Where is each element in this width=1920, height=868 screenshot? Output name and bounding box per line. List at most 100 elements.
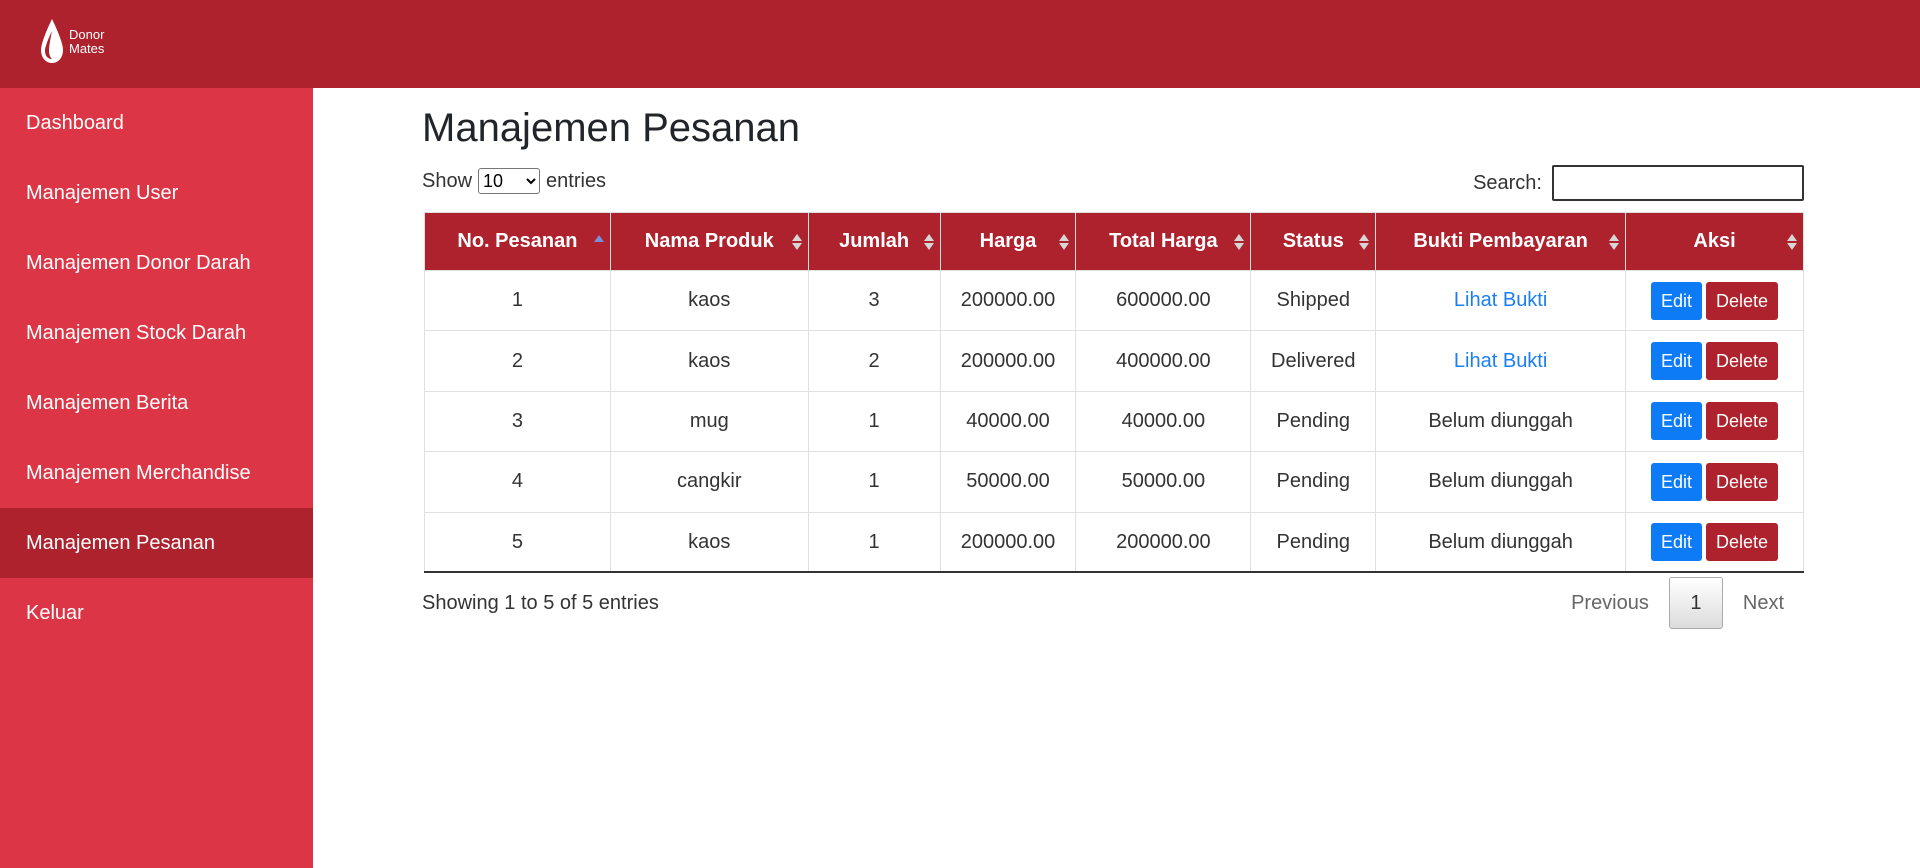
delete-button[interactable]: Delete (1706, 523, 1779, 561)
view-proof-link[interactable]: Lihat Bukti (1454, 350, 1547, 372)
sidebar-item-keluar[interactable]: Keluar (0, 578, 313, 648)
cell-produk: mug (609, 390, 809, 453)
length-suffix: entries (546, 169, 607, 192)
sort-icon (1234, 233, 1245, 250)
cell-jumlah: 3 (807, 269, 941, 332)
cell-no: 4 (424, 451, 611, 513)
delete-button[interactable]: Delete (1706, 342, 1779, 381)
table-row: 3 mug 1 40000.00 40000.00 Pending Belum … (424, 390, 1804, 453)
sort-ascending-icon (593, 235, 604, 242)
column-label: Jumlah (839, 230, 910, 252)
table-search: Search: (1473, 165, 1804, 201)
column-header-jumlah[interactable]: Jumlah (807, 212, 941, 271)
sort-icon (1359, 233, 1370, 250)
cell-bukti: Lihat Bukti (1375, 330, 1627, 392)
cell-bukti: Belum diunggah (1375, 511, 1627, 574)
cell-produk: cangkir (609, 451, 809, 513)
cell-harga: 200000.00 (939, 269, 1077, 332)
sort-icon (1059, 233, 1070, 250)
cell-aksi: Edit Delete (1625, 390, 1804, 453)
column-header-total-harga[interactable]: Total Harga (1075, 212, 1252, 271)
cell-total: 50000.00 (1075, 451, 1252, 513)
sort-icon (923, 233, 934, 250)
sidebar-item-donor-darah[interactable]: Manajemen Donor Darah (0, 228, 313, 298)
edit-button[interactable]: Edit (1650, 402, 1703, 441)
cell-aksi: Edit Delete (1625, 451, 1804, 513)
delete-button[interactable]: Delete (1706, 281, 1779, 320)
column-label: Status (1282, 230, 1344, 252)
column-header-bukti-pembayaran[interactable]: Bukti Pembayaran (1375, 212, 1627, 271)
column-header-status[interactable]: Status (1250, 212, 1377, 271)
column-header-nama-produk[interactable]: Nama Produk (609, 212, 809, 271)
length-prefix: Show (422, 169, 473, 192)
column-label: Bukti Pembayaran (1413, 230, 1588, 252)
brand-logo[interactable]: Donor Mates (38, 17, 128, 71)
column-label: Nama Produk (644, 230, 774, 252)
entries-length-control: Show 10 entries (422, 168, 606, 194)
column-header-aksi[interactable]: Aksi (1625, 212, 1804, 271)
entries-select[interactable]: 10 (478, 168, 541, 194)
previous-page-button[interactable]: Previous (1551, 577, 1669, 629)
brand-line2: Mates (69, 41, 105, 56)
table-row: 1 kaos 3 200000.00 600000.00 Shipped Lih… (424, 269, 1804, 332)
column-header-no-pesanan[interactable]: No. Pesanan (424, 212, 611, 271)
cell-aksi: Edit Delete (1625, 269, 1804, 332)
pagination: Previous 1 Next (1551, 577, 1804, 629)
brand-line1: Donor (69, 27, 105, 42)
cell-harga: 50000.00 (939, 451, 1077, 513)
edit-button[interactable]: Edit (1650, 462, 1703, 501)
page-number-button[interactable]: 1 (1668, 577, 1723, 629)
sidebar-item-stock-darah[interactable]: Manajemen Stock Darah (0, 298, 313, 368)
cell-total: 600000.00 (1075, 269, 1252, 332)
sidebar-item-merchandise[interactable]: Manajemen Merchandise (0, 438, 313, 508)
sidebar-item-pesanan[interactable]: Manajemen Pesanan (0, 508, 313, 578)
cell-status: Pending (1250, 390, 1377, 453)
edit-button[interactable]: Edit (1650, 281, 1703, 320)
cell-produk: kaos (609, 511, 809, 574)
view-proof-link[interactable]: Lihat Bukti (1454, 289, 1547, 311)
cell-total: 400000.00 (1075, 330, 1252, 392)
sort-icon (1787, 233, 1797, 250)
table-info: Showing 1 to 5 of 5 entries (422, 592, 659, 614)
column-header-harga[interactable]: Harga (939, 212, 1077, 271)
sidebar-item-berita[interactable]: Manajemen Berita (0, 368, 313, 438)
search-label: Search: (1473, 171, 1542, 194)
cell-no: 5 (424, 511, 611, 574)
cell-no: 2 (424, 330, 611, 392)
column-label: Aksi (1693, 230, 1736, 252)
cell-jumlah: 1 (807, 390, 941, 453)
cell-bukti: Lihat Bukti (1375, 269, 1627, 332)
sort-icon (791, 233, 802, 250)
cell-status: Shipped (1250, 269, 1377, 332)
cell-status: Delivered (1250, 330, 1377, 392)
table-row: 2 kaos 2 200000.00 400000.00 Delivered L… (424, 330, 1804, 392)
delete-button[interactable]: Delete (1706, 462, 1779, 501)
cell-bukti: Belum diunggah (1375, 390, 1627, 453)
cell-status: Pending (1250, 511, 1377, 574)
table-row: 5 kaos 1 200000.00 200000.00 Pending Bel… (424, 511, 1804, 574)
cell-status: Pending (1250, 451, 1377, 513)
cell-jumlah: 1 (807, 511, 941, 574)
edit-button[interactable]: Edit (1650, 342, 1703, 381)
cell-aksi: Edit Delete (1625, 511, 1804, 574)
column-label: No. Pesanan (457, 230, 578, 252)
search-input[interactable] (1552, 165, 1804, 201)
edit-button[interactable]: Edit (1650, 523, 1703, 561)
orders-table: No. Pesanan Nama Produk Jumlah Harga Tot… (424, 212, 1804, 574)
cell-harga: 200000.00 (939, 330, 1077, 392)
table-header-row: No. Pesanan Nama Produk Jumlah Harga Tot… (424, 212, 1804, 271)
sidebar-item-dashboard[interactable]: Dashboard (0, 88, 313, 158)
top-header: Donor Mates (0, 0, 1920, 88)
sidebar-item-user[interactable]: Manajemen User (0, 158, 313, 228)
blood-drop-icon (41, 19, 63, 63)
column-label: Total Harga (1109, 230, 1218, 252)
cell-no: 1 (424, 269, 611, 332)
cell-harga: 200000.00 (939, 511, 1077, 574)
column-label: Harga (979, 230, 1037, 252)
cell-jumlah: 2 (807, 330, 941, 392)
cell-bukti: Belum diunggah (1375, 451, 1627, 513)
delete-button[interactable]: Delete (1706, 402, 1779, 441)
next-page-button[interactable]: Next (1723, 577, 1804, 629)
cell-no: 3 (424, 390, 611, 453)
sidebar: Dashboard Manajemen User Manajemen Donor… (0, 88, 313, 868)
